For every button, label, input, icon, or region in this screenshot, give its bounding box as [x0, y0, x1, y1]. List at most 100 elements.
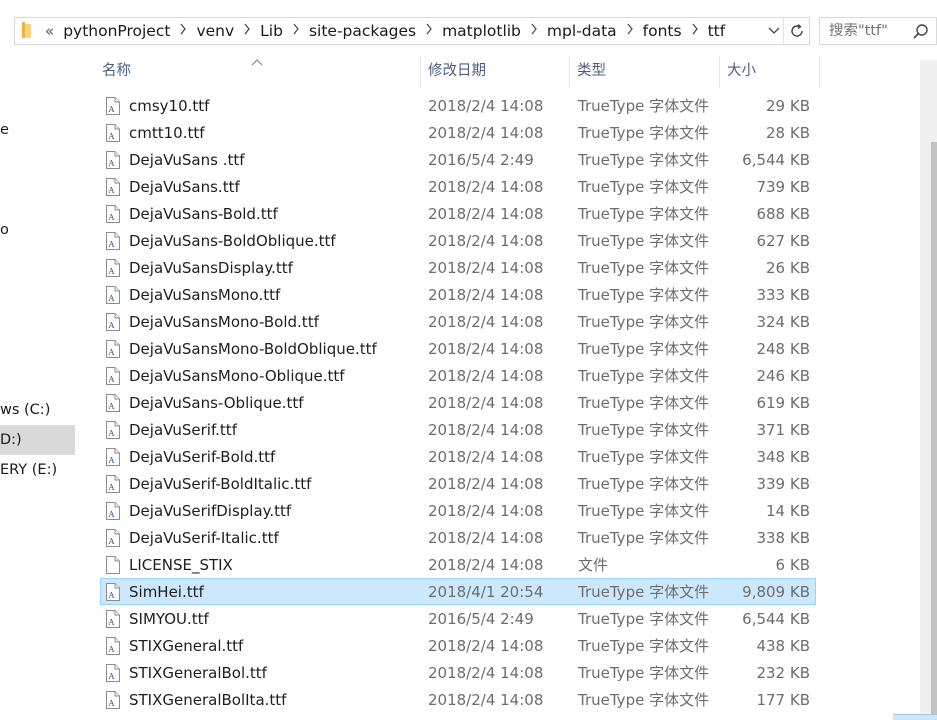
file-type: TrueType 字体文件	[578, 583, 710, 601]
file-type: TrueType 字体文件	[578, 124, 710, 142]
vertical-scrollbar[interactable]	[920, 60, 937, 720]
file-name: SIMYOU.ttf	[129, 610, 209, 628]
file-row[interactable]: LICENSE_STIX 2018/2/4 14:08 文件 6 KB	[100, 551, 816, 578]
file-row[interactable]: A DejaVuSansMono-Oblique.ttf 2018/2/4 14:0…	[100, 362, 816, 389]
file-row[interactable]: A STIXGeneralBol.ttf 2018/2/4 14:08 TrueTyp…	[100, 659, 816, 686]
file-row[interactable]: A DejaVuSans.ttf 2018/2/4 14:08 TrueType 字体…	[100, 173, 816, 200]
file-row[interactable]: A DejaVuSans-BoldOblique.ttf 2018/2/4 14:0…	[100, 227, 816, 254]
font-file-icon: A	[106, 475, 120, 493]
refresh-button[interactable]	[783, 18, 809, 44]
breadcrumb-chevron-icon[interactable]	[285, 23, 307, 39]
file-row[interactable]: A DejaVuSansMono-Bold.ttf 2018/2/4 14:08 Tr…	[100, 308, 816, 335]
breadcrumb-item[interactable]: venv	[194, 22, 236, 40]
breadcrumb: pythonProject venv Lib site-packages matplot…	[61, 22, 727, 40]
file-name: DejaVuSans.ttf	[129, 178, 240, 196]
font-file-icon: A	[106, 97, 120, 115]
svg-text:A: A	[108, 321, 115, 330]
breadcrumb-chevron-icon[interactable]	[684, 23, 706, 39]
file-row[interactable]: A SimHei.ttf 2018/4/1 20:54 TrueType 字体文件 9,…	[100, 578, 816, 605]
breadcrumb-chevron-icon[interactable]	[619, 23, 641, 39]
breadcrumb-item[interactable]: fonts	[641, 22, 684, 40]
breadcrumb-item[interactable]: pythonProject	[61, 22, 172, 40]
breadcrumb-item[interactable]: site-packages	[307, 22, 418, 40]
column-divider[interactable]	[819, 56, 820, 88]
file-row[interactable]: A DejaVuSansMono.ttf 2018/2/4 14:08 TrueTyp…	[100, 281, 816, 308]
file-type: TrueType 字体文件	[578, 259, 710, 277]
breadcrumb-item[interactable]: Lib	[258, 22, 285, 40]
file-date: 2018/2/4 14:08	[428, 124, 544, 142]
search-input[interactable]	[829, 23, 917, 39]
column-divider[interactable]	[420, 56, 421, 88]
file-row[interactable]: A DejaVuSerifDisplay.ttf 2018/2/4 14:08 Tru…	[100, 497, 816, 524]
file-name: DejaVuSerif-Italic.ttf	[129, 529, 279, 547]
breadcrumb-item[interactable]: matplotlib	[440, 22, 523, 40]
column-divider[interactable]	[719, 56, 720, 88]
file-date: 2018/2/4 14:08	[428, 502, 544, 520]
file-name: cmtt10.ttf	[129, 124, 205, 142]
svg-text:A: A	[108, 456, 115, 465]
file-row[interactable]: A DejaVuSansDisplay.ttf 2018/2/4 14:08 True…	[100, 254, 816, 281]
breadcrumb-chevron-icon[interactable]	[418, 23, 440, 39]
file-size: 333 KB	[756, 286, 810, 304]
font-file-icon: A	[106, 313, 120, 331]
file-row[interactable]: A DejaVuSerif-BoldItalic.ttf 2018/2/4 14:0…	[100, 470, 816, 497]
file-name: DejaVuSansMono-BoldOblique.ttf	[129, 340, 377, 358]
breadcrumb-chevron-icon[interactable]	[172, 23, 194, 39]
font-file-icon: A	[106, 394, 120, 412]
file-list[interactable]: Acmsy10.ttf 2018/2/4 14:08 TrueType 字体文件 29…	[78, 88, 823, 720]
file-row[interactable]: Acmsy10.ttf 2018/2/4 14:08 TrueType 字体文件 29…	[100, 92, 816, 119]
svg-text:A: A	[108, 159, 115, 168]
sidebar-item[interactable]: e	[0, 115, 75, 145]
sidebar-item[interactable]: ws (C:)	[0, 395, 75, 425]
file-name: STIXGeneralBol.ttf	[129, 664, 267, 682]
file-row[interactable]: A DejaVuSansMono-BoldOblique.ttf 2018/2/4 …	[100, 335, 816, 362]
file-name: DejaVuSans-Bold.ttf	[129, 205, 278, 223]
file-date: 2018/2/4 14:08	[428, 313, 544, 331]
file-row[interactable]: A DejaVuSerif.ttf 2018/2/4 14:08 TrueType 字…	[100, 416, 816, 443]
file-row[interactable]: Acmtt10.ttf 2018/2/4 14:08 TrueType 字体文件 28…	[100, 119, 816, 146]
scrollbar-thumb[interactable]	[931, 142, 937, 720]
file-type: TrueType 字体文件	[578, 448, 710, 466]
breadcrumb-item[interactable]: mpl-data	[545, 22, 619, 40]
column-header-size[interactable]: 大小	[727, 56, 756, 86]
file-row[interactable]: A STIXGeneralBolIta.ttf 2018/2/4 14:08 True…	[100, 686, 816, 713]
file-row[interactable]: A STIXGeneral.ttf 2018/2/4 14:08 TrueType 字…	[100, 632, 816, 659]
sort-ascending-icon	[250, 52, 264, 71]
file-type: TrueType 字体文件	[578, 502, 710, 520]
address-bar[interactable]: « pythonProject venv Lib site-packages matpl…	[14, 17, 810, 45]
breadcrumb-overflow-button[interactable]: «	[45, 22, 54, 40]
breadcrumb-chevron-icon[interactable]	[523, 23, 545, 39]
search-icon[interactable]	[912, 23, 930, 45]
svg-text:A: A	[108, 672, 115, 681]
column-header-date[interactable]: 修改日期	[428, 56, 486, 86]
file-row[interactable]: A DejaVuSans-Oblique.ttf 2018/2/4 14:08 Tru…	[100, 389, 816, 416]
file-type: 文件	[578, 556, 609, 574]
column-header-type[interactable]: 类型	[577, 56, 606, 86]
font-file-icon: A	[106, 259, 120, 277]
svg-text:A: A	[108, 240, 115, 249]
file-size: 619 KB	[756, 394, 810, 412]
breadcrumb-item[interactable]: ttf	[706, 22, 728, 40]
file-row[interactable]: A DejaVuSerif-Bold.ttf 2018/2/4 14:08 TrueT…	[100, 443, 816, 470]
file-row[interactable]: A DejaVuSans-Bold.ttf 2018/2/4 14:08 TrueTy…	[100, 200, 816, 227]
file-row[interactable]: A SIMYOU.ttf 2016/5/4 2:49 TrueType 字体文件 6,5…	[100, 605, 816, 632]
file-size: 6,544 KB	[742, 610, 810, 628]
file-name: STIXGeneral.ttf	[129, 637, 244, 655]
svg-text:A: A	[108, 510, 115, 519]
sidebar-item[interactable]: D:)	[0, 425, 75, 455]
file-row[interactable]: A DejaVuSans .ttf 2016/5/4 2:49 TrueType 字体…	[100, 146, 816, 173]
breadcrumb-chevron-icon[interactable]	[236, 23, 258, 39]
address-history-dropdown[interactable]	[765, 18, 783, 44]
navigation-bar: « pythonProject venv Lib site-packages matpl…	[0, 0, 937, 60]
file-row[interactable]: A DejaVuSerif-Italic.ttf 2018/2/4 14:08 Tru…	[100, 524, 816, 551]
search-box[interactable]	[819, 17, 937, 45]
file-name: DejaVuSansMono-Bold.ttf	[129, 313, 319, 331]
sidebar-item[interactable]: ERY (E:)	[0, 455, 75, 485]
blank-file-icon	[106, 556, 120, 574]
column-divider[interactable]	[569, 56, 570, 88]
navigation-pane: e o ws (C:) D:) ERY (E:)	[0, 60, 78, 720]
sidebar-item[interactable]: o	[0, 215, 75, 245]
font-file-icon: A	[106, 448, 120, 466]
file-size: 29 KB	[766, 97, 810, 115]
column-header-name[interactable]: 名称	[102, 56, 131, 86]
